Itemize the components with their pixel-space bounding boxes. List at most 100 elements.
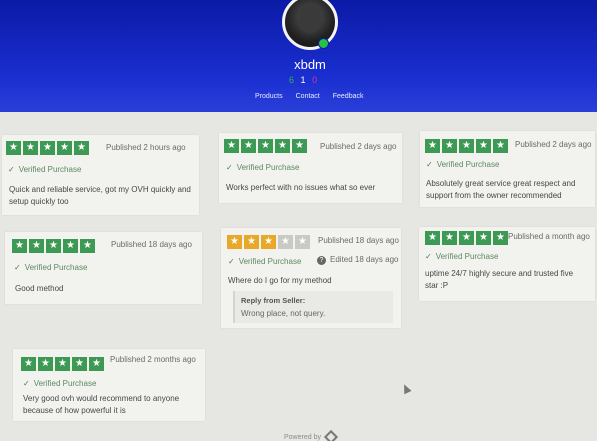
star-icon: ★ [244, 235, 259, 249]
check-icon: ✓ [228, 257, 235, 266]
avatar-face [299, 5, 321, 33]
star-rating: ★ ★ ★ ★ ★ [224, 139, 307, 153]
verified-label: Verified Purchase [435, 252, 499, 261]
verified-label: Verified Purchase [33, 379, 97, 388]
check-icon: ✓ [14, 263, 21, 272]
review-card: ★ ★ ★ ★ ★ Published 18 days ago ✓ Verified Pu… [5, 232, 202, 304]
published-date: Published 18 days ago [318, 236, 399, 245]
star-icon: ★ [89, 357, 104, 371]
review-text: uptime 24/7 highly secure and trusted fi… [425, 269, 574, 290]
star-icon: ★ [55, 357, 70, 371]
star-icon: ★ [21, 357, 36, 371]
published-date: Published a month ago [508, 232, 590, 241]
review-card: ★ ★ ★ ★ ★ Published a month ago ✓ Verified Pu… [419, 227, 595, 301]
star-icon: ★ [227, 235, 242, 249]
star-rating: ★ ★ ★ ★ ★ [6, 141, 89, 155]
star-icon: ★ [278, 235, 293, 249]
mouse-cursor-icon [400, 382, 412, 395]
star-icon: ★ [275, 139, 290, 153]
verified-purchase: ✓ Verified Purchase [425, 252, 498, 261]
seller-reply: Reply from Seller: Wrong place, not quer… [233, 291, 393, 323]
star-icon: ★ [29, 239, 44, 253]
verified-purchase: ✓ Verified Purchase [426, 160, 499, 169]
star-icon: ★ [23, 141, 38, 155]
star-icon: ★ [292, 139, 307, 153]
review-card: ★ ★ ★ ★ ★ Published 2 days ago ✓ Verified Pur… [420, 131, 595, 207]
star-rating: ★ ★ ★ ★ ★ [425, 139, 508, 153]
nav-products[interactable]: Products [255, 93, 283, 100]
check-icon: ✓ [23, 379, 30, 388]
feedback-stats: 6 1 0 [289, 75, 319, 85]
verified-purchase: ✓ Verified Purchase [23, 379, 96, 388]
nav-contact[interactable]: Contact [296, 93, 320, 100]
published-date: Published 18 days ago [111, 240, 192, 249]
verified-label: Verified Purchase [436, 160, 500, 169]
star-icon: ★ [57, 141, 72, 155]
help-icon[interactable]: ? [317, 256, 326, 265]
star-icon: ★ [493, 231, 508, 245]
review-card: ★ ★ ★ ★ ★ Published 2 hours ago ✓ Verified Pu… [2, 135, 199, 215]
review-text: Very good ovh would recommend to anyone … [23, 394, 180, 415]
star-icon: ★ [459, 231, 474, 245]
star-icon: ★ [476, 231, 491, 245]
check-icon: ✓ [426, 160, 433, 169]
star-icon: ★ [72, 357, 87, 371]
star-icon: ★ [258, 139, 273, 153]
platform-logo-icon[interactable] [323, 429, 339, 441]
star-icon: ★ [476, 139, 491, 153]
star-icon: ★ [40, 141, 55, 155]
star-icon: ★ [12, 239, 27, 253]
star-icon: ★ [38, 357, 53, 371]
star-icon: ★ [493, 139, 508, 153]
star-icon: ★ [241, 139, 256, 153]
reply-text: Wrong place, not query. [241, 309, 326, 318]
star-icon: ★ [74, 141, 89, 155]
review-text: Works perfect with no issues what so eve… [226, 183, 376, 192]
check-icon: ✓ [425, 252, 432, 261]
published-date: Published 2 months ago [110, 355, 196, 364]
star-icon: ★ [295, 235, 310, 249]
star-icon: ★ [63, 239, 78, 253]
review-text: Good method [15, 284, 64, 293]
star-icon: ★ [425, 139, 440, 153]
review-text: Quick and reliable service, got my OVH q… [9, 185, 191, 206]
star-icon: ★ [224, 139, 239, 153]
published-date: Published 2 hours ago [106, 143, 186, 152]
nav-feedback[interactable]: Feedback [333, 93, 364, 100]
review-card: ★ ★ ★ ★ ★ Published 2 days ago ✓ Verified Pur… [219, 133, 402, 203]
verified-purchase: ✓ Verified Purchase [226, 163, 299, 172]
positive-count: 6 [289, 75, 297, 85]
reply-title: Reply from Seller: [241, 296, 306, 305]
star-rating: ★ ★ ★ ★ ★ [227, 235, 310, 249]
powered-by-label: Powered by [284, 433, 321, 441]
check-icon: ✓ [226, 163, 233, 172]
negative-count: 0 [312, 75, 320, 85]
published-date: Published 2 days ago [320, 142, 397, 151]
profile-nav: Products Contact Feedback [255, 93, 364, 100]
star-icon: ★ [425, 231, 440, 245]
profile-header: xbdm 6 1 0 Products Contact Feedback [0, 0, 597, 112]
star-icon: ★ [442, 231, 457, 245]
published-date: Published 2 days ago [515, 140, 592, 149]
star-icon: ★ [6, 141, 21, 155]
neutral-count: 1 [300, 75, 308, 85]
star-icon: ★ [261, 235, 276, 249]
star-rating: ★ ★ ★ ★ ★ [425, 231, 508, 245]
powered-by-footer: Powered by [284, 429, 339, 441]
star-rating: ★ ★ ★ ★ ★ [12, 239, 95, 253]
verified-label: Verified Purchase [236, 163, 300, 172]
star-icon: ★ [80, 239, 95, 253]
edited-label: Edited 18 days ago [330, 255, 399, 264]
avatar[interactable] [282, 0, 338, 50]
check-icon: ✓ [8, 165, 15, 174]
username: xbdm [294, 57, 326, 72]
verified-label: Verified Purchase [18, 165, 82, 174]
star-icon: ★ [442, 139, 457, 153]
verified-purchase: ✓ Verified Purchase [228, 257, 301, 266]
verified-label: Verified Purchase [24, 263, 88, 272]
online-status-dot [318, 38, 329, 49]
verified-purchase: ✓ Verified Purchase [14, 263, 87, 272]
verified-purchase: ✓ Verified Purchase [8, 165, 81, 174]
star-icon: ★ [459, 139, 474, 153]
edited-note: ? Edited 18 days ago [317, 255, 399, 265]
